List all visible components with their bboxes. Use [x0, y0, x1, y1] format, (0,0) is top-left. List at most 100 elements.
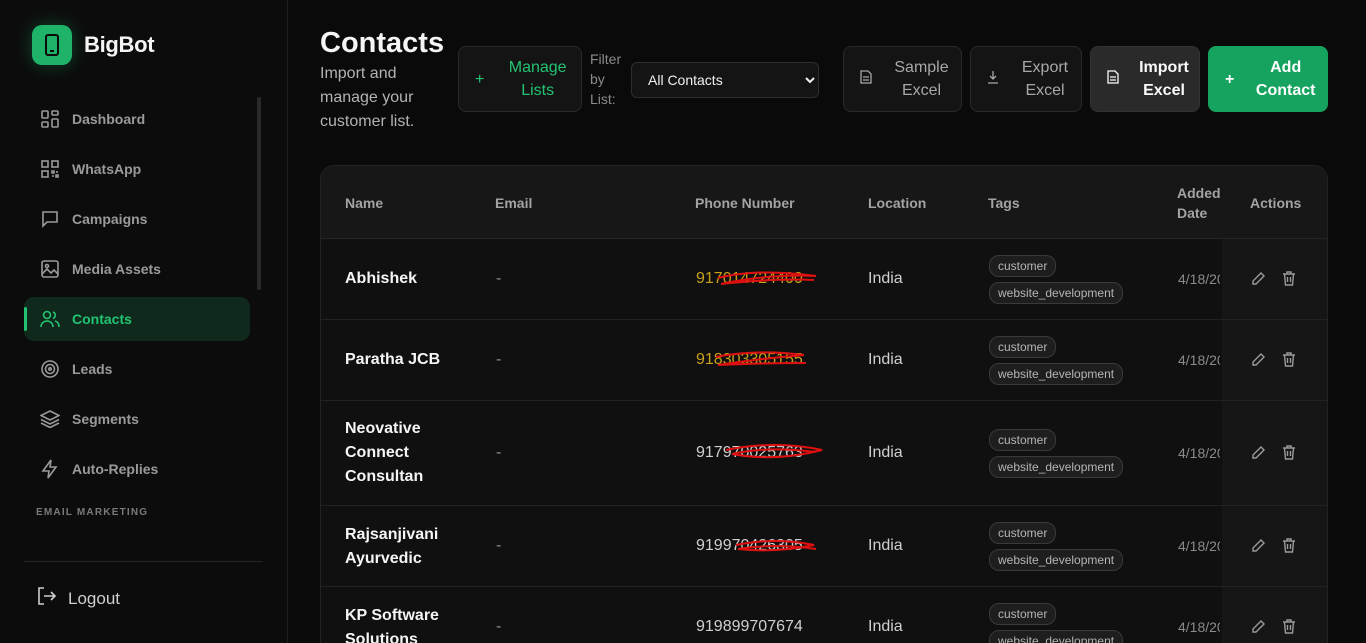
contact-location: India — [868, 270, 903, 287]
file-icon — [1107, 68, 1119, 91]
sidebar-item-contacts[interactable]: Contacts — [24, 297, 250, 341]
contact-added-date: 4/18/20 — [1178, 445, 1220, 461]
sidebar-nav: Dashboard WhatsApp Campaigns Media Asset… — [24, 97, 250, 497]
sample-excel-button[interactable]: Sample Excel — [843, 46, 962, 112]
sidebar-item-media-assets[interactable]: Media Assets — [24, 247, 250, 291]
contact-tags: customer website_development — [989, 255, 1124, 304]
edit-icon[interactable] — [1251, 445, 1266, 465]
target-icon — [40, 359, 60, 379]
tag-badge: customer — [989, 255, 1057, 277]
page-subtitle: Import and manage your customer list. — [320, 65, 415, 130]
chat-icon — [40, 209, 60, 229]
import-excel-button[interactable]: Import Excel — [1090, 46, 1200, 112]
sidebar-item-label: Segments — [72, 411, 139, 427]
manage-lists-button[interactable]: + Manage Lists — [458, 46, 582, 112]
phone-number: 919899707674 — [696, 618, 803, 635]
edit-icon[interactable] — [1251, 538, 1266, 558]
contact-name: Abhishek — [345, 270, 418, 287]
brand[interactable]: BigBot — [32, 25, 155, 65]
column-header-name[interactable]: Name — [345, 193, 383, 213]
sidebar: BigBot Dashboard WhatsApp Campaigns Medi… — [0, 0, 288, 643]
sidebar-item-auto-replies[interactable]: Auto-Replies — [24, 447, 250, 491]
redaction-scribble — [725, 444, 823, 459]
tag-badge: customer — [989, 522, 1057, 544]
table-header: Name Email Phone Number Location Tags Ad… — [321, 166, 1327, 239]
tag-badge: website_development — [989, 282, 1124, 304]
file-icon — [860, 68, 872, 91]
contact-email: - — [496, 537, 502, 554]
trash-icon[interactable] — [1282, 271, 1296, 291]
contact-tags: customer website_development — [989, 603, 1124, 643]
manage-lists-label: Manage Lists — [508, 59, 567, 99]
table-row[interactable]: Abhishek - 917014724400 India customer w… — [321, 239, 1327, 320]
plus-icon: + — [1225, 70, 1235, 88]
sidebar-divider — [24, 561, 263, 562]
section-label-email-marketing: EMAIL MARKETING — [36, 507, 149, 518]
sidebar-item-leads[interactable]: Leads — [24, 347, 250, 391]
tag-badge: website_development — [989, 549, 1124, 571]
add-contact-button[interactable]: + Add Contact — [1208, 46, 1328, 112]
edit-icon[interactable] — [1251, 619, 1266, 639]
logout-button[interactable]: Logout — [36, 586, 120, 611]
redaction-scribble — [717, 271, 817, 285]
contact-phone: 917014724400 — [696, 270, 817, 288]
users-icon — [40, 309, 60, 329]
bolt-icon — [40, 459, 60, 479]
trash-icon[interactable] — [1282, 445, 1296, 465]
redaction-scribble — [715, 351, 807, 366]
column-header-location[interactable]: Location — [868, 193, 926, 213]
contact-location: India — [868, 537, 903, 554]
sidebar-scrollbar[interactable] — [257, 97, 261, 290]
contact-email: - — [496, 270, 502, 287]
contact-phone: 917970025763 — [696, 444, 823, 462]
table-row[interactable]: Paratha JCB - 918303305155 India custome… — [321, 320, 1327, 401]
column-header-tags[interactable]: Tags — [988, 193, 1020, 213]
contact-name: Paratha JCB — [345, 351, 441, 368]
brand-name: BigBot — [84, 32, 155, 57]
contact-name: Rajsanjivani Ayurvedic — [345, 526, 439, 567]
tag-badge: customer — [989, 336, 1057, 358]
trash-icon[interactable] — [1282, 619, 1296, 639]
sidebar-item-campaigns[interactable]: Campaigns — [24, 197, 250, 241]
sidebar-item-whatsapp[interactable]: WhatsApp — [24, 147, 250, 191]
download-icon — [987, 68, 999, 91]
column-header-email[interactable]: Email — [495, 193, 532, 213]
edit-icon[interactable] — [1251, 271, 1266, 291]
edit-icon[interactable] — [1251, 352, 1266, 372]
sidebar-item-label: Leads — [72, 361, 113, 377]
list-filter-select[interactable]: All Contacts — [631, 62, 819, 98]
contact-added-date: 4/18/20 — [1178, 538, 1220, 554]
sidebar-item-dashboard[interactable]: Dashboard — [24, 97, 250, 141]
table-row[interactable]: KP Software Solutions - 919899707674 Ind… — [321, 587, 1327, 643]
sidebar-item-segments[interactable]: Segments — [24, 397, 250, 441]
phone-icon — [32, 25, 72, 65]
contact-email: - — [496, 618, 502, 635]
export-excel-button[interactable]: Export Excel — [970, 46, 1082, 112]
column-header-added-date[interactable]: Added Date — [1177, 183, 1225, 223]
tag-badge: customer — [989, 429, 1057, 451]
plus-icon: + — [475, 70, 485, 88]
column-header-phone[interactable]: Phone Number — [695, 193, 795, 213]
image-icon — [40, 259, 60, 279]
page-title: Contacts — [320, 27, 445, 59]
contact-phone: 919970426305 — [696, 537, 817, 555]
trash-icon[interactable] — [1282, 352, 1296, 372]
redaction-scribble — [735, 540, 817, 552]
table-row[interactable]: Rajsanjivani Ayurvedic - 919970426305 In… — [321, 506, 1327, 587]
filter-label: Filter by List: — [590, 51, 622, 107]
table-row[interactable]: Neovative Connect Consultan - 9179700257… — [321, 401, 1327, 506]
add-contact-label: Add Contact — [1255, 59, 1316, 99]
tag-badge: customer — [989, 603, 1057, 625]
trash-icon[interactable] — [1282, 538, 1296, 558]
export-excel-label: Export Excel — [1021, 59, 1069, 99]
contact-location: India — [868, 444, 903, 461]
logout-label: Logout — [68, 588, 120, 608]
sidebar-item-label: Campaigns — [72, 211, 148, 227]
contact-added-date: 4/18/20 — [1178, 619, 1220, 635]
import-excel-label: Import Excel — [1139, 59, 1189, 99]
contact-phone: 918303305155 — [696, 351, 807, 369]
contact-name: Neovative Connect Consultan — [345, 420, 424, 485]
tag-badge: website_development — [989, 630, 1124, 643]
contact-name: KP Software Solutions — [345, 607, 439, 643]
sidebar-item-label: WhatsApp — [72, 161, 142, 177]
